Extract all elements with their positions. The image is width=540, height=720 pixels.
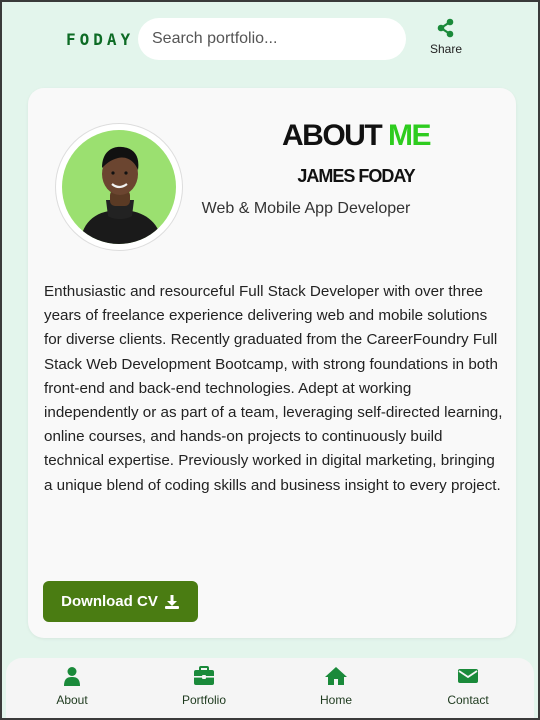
nav-label-about: About — [56, 693, 88, 707]
nav-item-portfolio[interactable]: Portfolio — [138, 658, 270, 718]
download-cv-button[interactable]: Download CV — [43, 581, 198, 622]
download-cv-label: Download CV — [61, 593, 158, 610]
nav-item-contact[interactable]: Contact — [402, 658, 534, 718]
profile-role: Web & Mobile App Developer — [201, 200, 411, 217]
download-icon — [164, 594, 179, 609]
bottom-nav: About Portfolio Home Contact — [6, 658, 534, 718]
site-logo[interactable]: FODAY — [66, 30, 134, 49]
about-card: ABOUT ME JAMES FODAY Web & Mobile App De… — [28, 88, 516, 638]
avatar — [56, 124, 182, 250]
share-label: Share — [429, 42, 463, 56]
nav-label-portfolio: Portfolio — [181, 693, 227, 707]
nav-label-home: Home — [319, 693, 352, 707]
nav-label-contact: Contact — [447, 693, 489, 707]
home-icon — [325, 667, 347, 685]
briefcase-icon — [194, 666, 214, 685]
profile-photo — [62, 130, 176, 244]
search-input[interactable] — [138, 18, 406, 60]
profile-bio: Enthusiastic and resourceful Full Stack … — [44, 283, 503, 494]
envelope-icon — [458, 669, 478, 683]
title-word-about: ABOUT — [282, 119, 383, 152]
person-illustration — [80, 146, 162, 244]
share-button[interactable]: Share — [424, 18, 468, 56]
title-word-me: ME — [388, 119, 432, 152]
user-icon — [64, 667, 80, 686]
share-icon — [437, 18, 454, 38]
page-title: ABOUT ME — [224, 118, 488, 154]
nav-item-home[interactable]: Home — [270, 658, 402, 718]
profile-name: JAMES FODAY — [297, 166, 415, 186]
nav-item-about[interactable]: About — [6, 658, 138, 718]
